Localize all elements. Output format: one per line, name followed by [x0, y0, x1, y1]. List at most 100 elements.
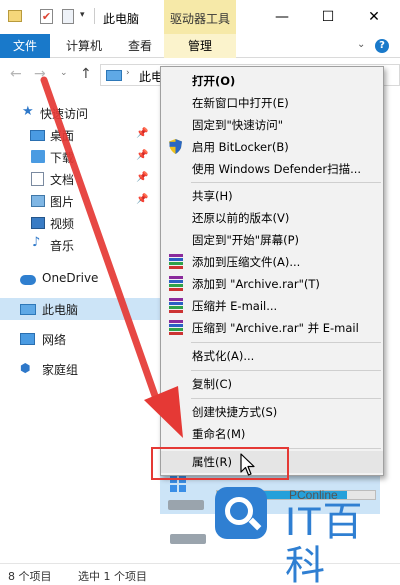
new-folder-icon[interactable]	[62, 9, 74, 24]
sidebar-item-homegroup[interactable]: ⬢ 家庭组	[0, 358, 160, 380]
pin-icon[interactable]: 📌	[136, 128, 148, 139]
sidebar-item-label: 视频	[50, 217, 75, 231]
maximize-button[interactable]: ☐	[306, 0, 350, 34]
menu-item-label: 添加到 "Archive.rar"(T)	[192, 277, 320, 291]
sidebar-item-documents[interactable]: 文档 📌	[0, 168, 160, 190]
menu-item-bitlocker[interactable]: 启用 BitLocker(B)	[161, 136, 383, 158]
homegroup-icon: ⬢	[20, 361, 31, 375]
menu-divider	[191, 398, 381, 399]
hard-drive-icon	[170, 534, 206, 544]
sidebar-item-label: 家庭组	[42, 363, 79, 377]
hard-drive-icon	[168, 500, 204, 510]
sidebar-item-videos[interactable]: 视频	[0, 212, 160, 234]
menu-item-label: 复制(C)	[192, 377, 233, 391]
drive-tools-context-tab: 驱动器工具	[164, 0, 236, 34]
sidebar-item-pictures[interactable]: 图片 📌	[0, 190, 160, 212]
tab-manage[interactable]: 管理	[164, 34, 236, 58]
menu-item-label: 固定到"快速访问"	[192, 118, 284, 132]
menu-item-compress-rar-email[interactable]: 压缩到 "Archive.rar" 并 E-mail	[161, 317, 383, 339]
customize-toolbar-chevron-icon[interactable]: ▾	[80, 10, 85, 20]
sidebar-item-label: 文档	[50, 173, 75, 187]
computer-icon	[106, 70, 122, 81]
winrar-icon	[169, 298, 183, 313]
watermark-title: IT百科	[285, 500, 364, 585]
tab-view[interactable]: 查看	[128, 34, 152, 58]
menu-item-label: 压缩到 "Archive.rar" 并 E-mail	[192, 321, 359, 335]
desktop-icon	[30, 130, 45, 141]
sidebar-item-quick-access[interactable]: ★ 快速访问	[0, 102, 160, 124]
sidebar-item-desktop[interactable]: 桌面 📌	[0, 124, 160, 146]
ribbon-tabs: 文件 计算机 查看 管理 ⌄ ?	[0, 34, 400, 58]
menu-item-format[interactable]: 格式化(A)...	[161, 345, 383, 367]
sidebar-item-onedrive[interactable]: OneDrive	[0, 268, 160, 290]
pin-icon[interactable]: 📌	[136, 194, 148, 205]
context-menu: 打开(O) 在新窗口中打开(E) 固定到"快速访问" 启用 BitLocker(…	[160, 66, 384, 476]
menu-item-add-archive-rar[interactable]: 添加到 "Archive.rar"(T)	[161, 273, 383, 295]
menu-item-open-new-window[interactable]: 在新窗口中打开(E)	[161, 92, 383, 114]
navigation-pane: ★ 快速访问 桌面 📌 下载 📌 文档 📌 图片 📌 视频 ♪ 音乐 OneDr…	[0, 92, 160, 558]
sidebar-item-label: 网络	[42, 333, 67, 347]
menu-item-label: 打开(O)	[192, 74, 236, 88]
menu-item-open[interactable]: 打开(O)	[161, 70, 383, 92]
menu-item-rename[interactable]: 重命名(M)	[161, 423, 383, 445]
close-button[interactable]: ✕	[352, 0, 396, 34]
star-icon: ★	[22, 104, 34, 119]
minimize-button[interactable]: —	[260, 0, 304, 34]
videos-icon	[31, 217, 45, 229]
pin-icon[interactable]: 📌	[136, 150, 148, 161]
sidebar-item-downloads[interactable]: 下载 📌	[0, 146, 160, 168]
pin-icon[interactable]: 📌	[136, 172, 148, 183]
winrar-icon	[169, 320, 183, 335]
menu-item-create-shortcut[interactable]: 创建快捷方式(S)	[161, 401, 383, 423]
help-icon[interactable]: ?	[375, 39, 389, 53]
menu-item-label: 重命名(M)	[192, 427, 246, 441]
winrar-icon	[169, 254, 183, 269]
sidebar-item-label: OneDrive	[42, 271, 99, 285]
download-icon	[31, 150, 45, 163]
title-bar: ✔ ▾ 此电脑 驱动器工具 — ☐ ✕	[0, 0, 400, 34]
breadcrumb-separator-icon[interactable]: ›	[126, 68, 130, 78]
recent-locations-icon[interactable]: ⌄	[60, 68, 68, 78]
menu-item-label: 添加到压缩文件(A)...	[192, 255, 301, 269]
cloud-icon	[20, 275, 36, 285]
menu-item-restore-versions[interactable]: 还原以前的版本(V)	[161, 207, 383, 229]
sidebar-item-label: 音乐	[50, 239, 75, 253]
sidebar-item-this-pc[interactable]: 此电脑	[0, 298, 160, 320]
menu-item-compress-email[interactable]: 压缩并 E-mail...	[161, 295, 383, 317]
menu-item-label: 压缩并 E-mail...	[192, 299, 278, 313]
tab-file[interactable]: 文件	[0, 34, 50, 58]
tab-computer[interactable]: 计算机	[66, 34, 102, 58]
properties-check-icon[interactable]: ✔	[40, 9, 53, 24]
menu-item-add-archive[interactable]: 添加到压缩文件(A)...	[161, 251, 383, 273]
menu-divider	[191, 370, 381, 371]
documents-icon	[31, 172, 44, 186]
menu-item-pin-start[interactable]: 固定到"开始"屏幕(P)	[161, 229, 383, 251]
menu-item-defender-scan[interactable]: 使用 Windows Defender扫描...	[161, 158, 383, 180]
folder-icon[interactable]	[8, 10, 22, 22]
ribbon-collapse-icon[interactable]: ⌄	[357, 39, 365, 50]
menu-item-share[interactable]: 共享(H)	[161, 185, 383, 207]
sidebar-item-network[interactable]: 网络	[0, 328, 160, 350]
sidebar-item-music[interactable]: ♪ 音乐	[0, 234, 160, 256]
window-title: 此电脑	[103, 12, 140, 26]
shield-icon	[169, 139, 182, 154]
pictures-icon	[31, 195, 45, 207]
up-button[interactable]: ↑	[80, 66, 92, 82]
menu-item-copy[interactable]: 复制(C)	[161, 373, 383, 395]
menu-item-pin-quick-access[interactable]: 固定到"快速访问"	[161, 114, 383, 136]
drive-tools-label: 驱动器工具	[170, 12, 231, 26]
forward-button[interactable]: →	[34, 66, 46, 82]
music-icon: ♪	[32, 235, 41, 250]
sidebar-item-label: 桌面	[50, 129, 75, 143]
title-divider	[94, 8, 95, 24]
menu-divider	[191, 182, 381, 183]
item-count: 8 个项目	[8, 570, 52, 583]
menu-divider	[191, 342, 381, 343]
menu-item-label: 使用 Windows Defender扫描...	[192, 162, 362, 176]
sidebar-item-label: 下载	[50, 151, 75, 165]
menu-item-label: 创建快捷方式(S)	[192, 405, 278, 419]
network-icon	[20, 333, 35, 345]
back-button[interactable]: ←	[10, 66, 22, 82]
computer-icon	[20, 304, 36, 315]
menu-item-label: 还原以前的版本(V)	[192, 211, 290, 225]
